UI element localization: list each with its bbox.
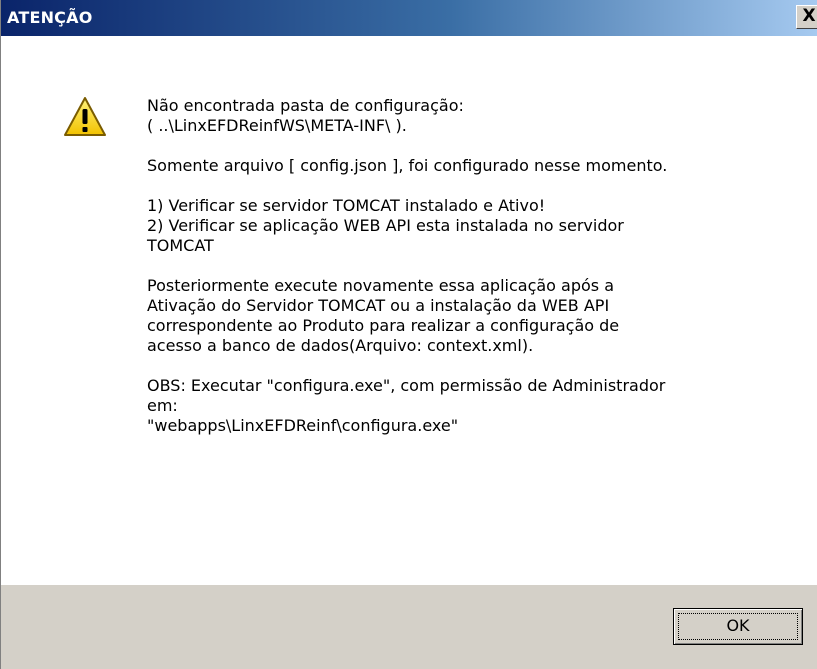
message-line: acesso a banco de dados(Arquivo: context… <box>147 336 534 355</box>
message-paragraph: OBS: Executar "configura.exe", com permi… <box>147 376 787 436</box>
title-bar[interactable]: ATENÇÃO X <box>1 0 817 36</box>
message-paragraph: 1) Verificar se servidor TOMCAT instalad… <box>147 196 787 256</box>
message-text: Não encontrada pasta de configuração: ( … <box>147 96 787 456</box>
message-paragraph: Não encontrada pasta de configuração: ( … <box>147 96 787 136</box>
message-paragraph: Posteriormente execute novamente essa ap… <box>147 276 787 356</box>
close-button[interactable]: X <box>796 5 817 29</box>
message-line: OBS: Executar "configura.exe", com permi… <box>147 376 666 395</box>
message-line: 1) Verificar se servidor TOMCAT instalad… <box>147 196 546 215</box>
message-line: Ativação do Servidor TOMCAT ou a instala… <box>147 296 610 315</box>
warning-icon <box>64 97 106 136</box>
alert-dialog: ATENÇÃO X Não encontrada pasta de config… <box>0 0 817 669</box>
ok-button[interactable]: OK <box>673 608 803 645</box>
message-line: TOMCAT <box>147 236 214 255</box>
message-line: Posteriormente execute novamente essa ap… <box>147 276 615 295</box>
message-line: em: <box>147 396 178 415</box>
message-paragraph: Somente arquivo [ config.json ], foi con… <box>147 156 787 176</box>
close-icon: X <box>802 6 816 26</box>
dialog-title: ATENÇÃO <box>7 8 93 27</box>
message-line: Somente arquivo [ config.json ], foi con… <box>147 156 668 175</box>
message-line: correspondente ao Produto para realizar … <box>147 316 620 335</box>
message-line: 2) Verificar se aplicação WEB API esta i… <box>147 216 624 235</box>
ok-button-label: OK <box>726 616 750 635</box>
dialog-content: Não encontrada pasta de configuração: ( … <box>1 36 817 585</box>
message-line: ( ..\LinxEFDReinfWS\META-INF\ ). <box>147 116 407 135</box>
message-line: "webapps\LinxEFDReinf\configura.exe" <box>147 416 459 435</box>
message-line: Não encontrada pasta de configuração: <box>147 96 464 115</box>
